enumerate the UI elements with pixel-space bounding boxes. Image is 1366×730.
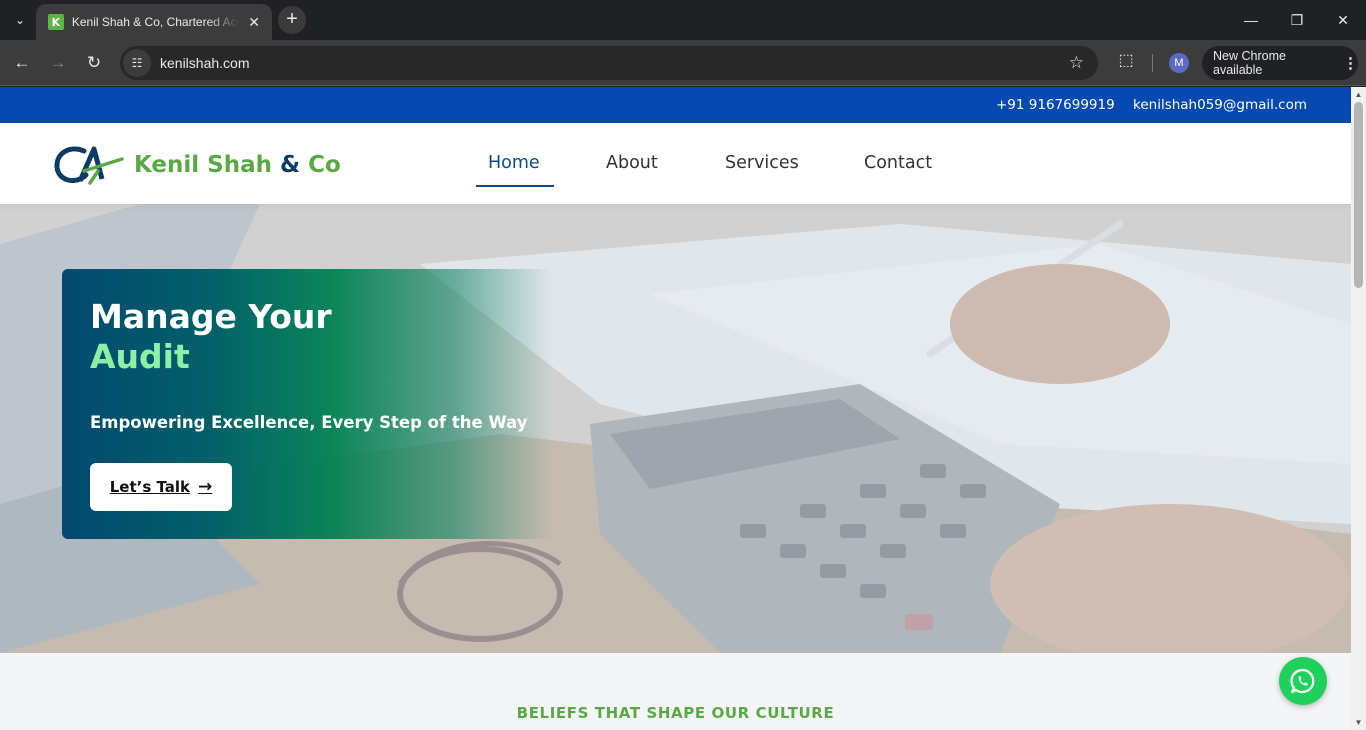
tab-strip: ⌄ K Kenil Shah & Co, Chartered Accountan… xyxy=(0,0,1366,40)
topbar-phone[interactable]: +91 9167699919 xyxy=(996,97,1115,113)
browser-tab[interactable]: K Kenil Shah & Co, Chartered Accountants… xyxy=(36,4,272,40)
reload-button[interactable]: ↻ xyxy=(80,49,108,77)
arrow-right-icon: → xyxy=(198,477,213,497)
whatsapp-chat-button[interactable] xyxy=(1279,657,1327,705)
hero-card: Manage Your Audit Empowering Excellence,… xyxy=(62,269,552,539)
forward-button[interactable]: → xyxy=(44,49,72,77)
lets-talk-button[interactable]: Let’s Talk → xyxy=(90,463,232,511)
hero-title-accent: Audit xyxy=(90,337,190,376)
close-tab-icon[interactable]: ✕ xyxy=(246,14,262,31)
restore-icon[interactable]: ❐ xyxy=(1285,8,1309,32)
nav-services[interactable]: Services xyxy=(725,153,799,173)
scroll-up-icon[interactable]: ▲ xyxy=(1354,90,1363,99)
page-scrollbar[interactable]: ▲ ▼ xyxy=(1351,87,1366,730)
scroll-thumb[interactable] xyxy=(1354,102,1363,288)
hero-title: Manage Your Audit xyxy=(90,297,332,376)
nav-home[interactable]: Home xyxy=(488,153,540,173)
site-favicon-icon: K xyxy=(48,14,64,30)
profile-avatar[interactable]: M xyxy=(1169,53,1189,73)
extensions-icon[interactable]: ⬚ xyxy=(1114,50,1138,74)
hero-subtitle: Empowering Excellence, Every Step of the… xyxy=(90,413,528,432)
site-header: Kenil Shah & Co Home About Services Cont… xyxy=(0,123,1351,204)
section-title: BELIEFS THAT SHAPE OUR CULTURE xyxy=(516,704,835,722)
nav-contact[interactable]: Contact xyxy=(864,153,932,173)
tab-search-chevron-icon[interactable]: ⌄ xyxy=(8,8,32,32)
site-info-icon[interactable]: ☷ xyxy=(123,49,151,77)
back-button[interactable]: ← xyxy=(8,49,36,77)
toolbar-divider xyxy=(1152,54,1153,72)
ca-logo-icon xyxy=(54,146,124,185)
culture-section: BELIEFS THAT SHAPE OUR CULTURE xyxy=(0,653,1351,730)
minimize-icon[interactable]: — xyxy=(1239,8,1263,32)
nav-about[interactable]: About xyxy=(606,153,658,173)
lets-talk-label: Let’s Talk xyxy=(109,478,191,496)
bookmark-star-icon[interactable]: ☆ xyxy=(1069,53,1084,73)
tab-title: Kenil Shah & Co, Chartered Accountants xyxy=(71,15,241,29)
chrome-update-button[interactable]: New Chrome available ⋮ xyxy=(1202,46,1358,80)
new-tab-button[interactable]: + xyxy=(278,6,306,34)
close-window-icon[interactable]: ✕ xyxy=(1331,8,1355,32)
update-label: New Chrome available xyxy=(1213,49,1286,77)
page-viewport: +91 9167699919 kenilshah059@gmail.com Ke… xyxy=(0,87,1366,730)
url-text[interactable]: kenilshah.com xyxy=(160,55,250,71)
browser-toolbar: ← → ↻ ☷ kenilshah.com ☆ ⬚ M New Chrome a… xyxy=(0,40,1366,86)
address-bar[interactable]: ☷ kenilshah.com ☆ xyxy=(120,46,1098,80)
site-logo[interactable]: Kenil Shah & Co xyxy=(54,143,341,187)
nav-active-underline xyxy=(476,185,554,187)
topbar-email[interactable]: kenilshah059@gmail.com xyxy=(1133,97,1307,113)
menu-kebab-icon: ⋮ xyxy=(1343,55,1358,72)
scroll-down-icon[interactable]: ▼ xyxy=(1354,718,1363,727)
whatsapp-icon xyxy=(1290,668,1315,694)
contact-topbar: +91 9167699919 kenilshah059@gmail.com xyxy=(0,87,1351,123)
logo-wordmark: Kenil Shah & Co xyxy=(134,152,341,178)
hero-section: Manage Your Audit Empowering Excellence,… xyxy=(0,204,1351,653)
